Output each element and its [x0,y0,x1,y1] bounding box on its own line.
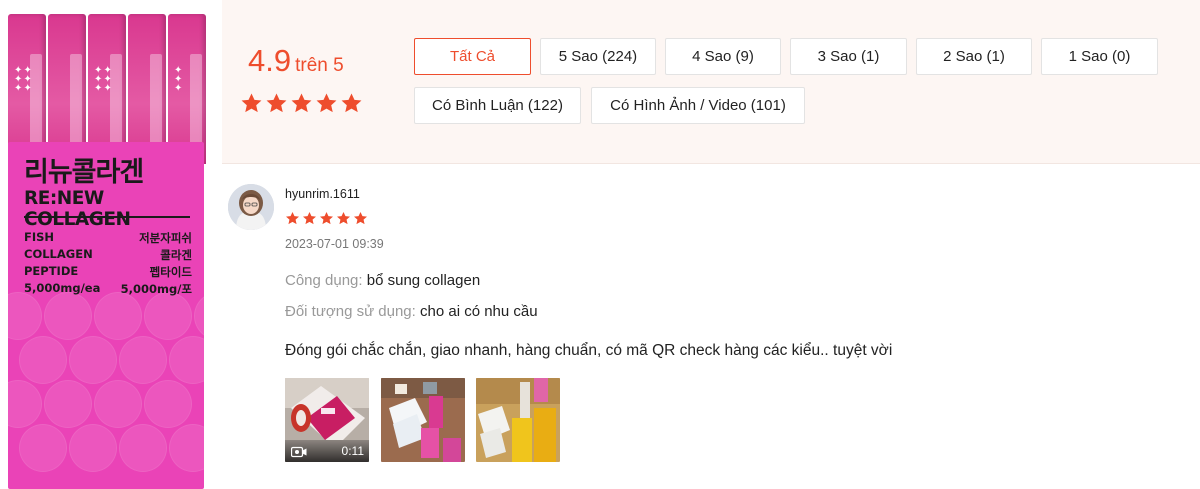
spec-left-4: 5,000mg/ea [24,281,101,295]
rating-value: 4.9 [248,43,292,78]
filter-1-star-button[interactable]: 1 Sao (0) [1041,38,1158,75]
rating-stars [240,92,363,115]
filter-with-comment-button[interactable]: Có Bình Luận (122) [414,87,581,124]
video-duration: 0:11 [341,444,364,458]
filter-all-button[interactable]: Tất Cả [414,38,531,75]
review-image-thumbnail[interactable] [476,378,560,462]
spec-right-1: 저분자피쉬 [139,231,192,245]
filter-5-star-button[interactable]: 5 Sao (224) [540,38,656,75]
brand-korean: 리뉴콜라겐 [24,157,144,188]
product-image: ✦ ✦ ✦ ✦ ✦ ✦ ✦ ✦ ✦ ✦ ✦ ✦ ✦ ✦ ✦ 리뉴콜라겐 RE:N… [0,0,210,489]
filter-with-media-button[interactable]: Có Hình Ảnh / Video (101) [591,87,805,124]
review-comment: Đóng gói chắc chắn, giao nhanh, hàng chu… [285,342,893,359]
review-date: 2023-07-01 09:39 [285,237,384,251]
spec-left-3: PEPTIDE [24,264,79,278]
review-stars [285,211,368,226]
attribute-label: Công dụng: [285,272,363,289]
star-icon [266,93,287,113]
review-attribute-usage: Công dụng: bổ sung collagen [285,272,480,289]
rating-out-of: trên 5 [295,55,344,76]
box-pattern [8,292,204,489]
spec-left-2: COLLAGEN [24,247,93,261]
star-icon [320,211,333,225]
spec-right-4: 5,000mg/포 [120,282,192,296]
star-icon [316,93,337,113]
attribute-label: Đối tượng sử dụng: [285,303,416,320]
star-icon [291,93,312,113]
star-icon [286,211,299,225]
spec-right-2: 콜라겐 [160,248,192,262]
reviewer-username[interactable]: hyunrim.1611 [285,187,360,201]
star-icon [354,211,367,225]
review-page: ✦ ✦ ✦ ✦ ✦ ✦ ✦ ✦ ✦ ✦ ✦ ✦ ✦ ✦ ✦ 리뉴콜라겐 RE:N… [0,0,1200,489]
attribute-value: bổ sung collagen [366,272,481,289]
filter-4-star-button[interactable]: 4 Sao (9) [665,38,781,75]
rating-overview: 4.9 trên 5 Tất Cả 5 Sao (224) 4 Sao (9) 3… [222,0,1200,164]
brand-english: RE:NEW COLLAGEN [24,188,131,230]
attribute-value: cho ai có nhu cầu [420,303,538,320]
review-attribute-audience: Đối tượng sử dụng: cho ai có nhu cầu [285,303,538,320]
review-video-thumbnail[interactable]: 0:11 [285,378,369,462]
star-icon [341,93,362,113]
star-icon [241,93,262,113]
product-box: 리뉴콜라겐 RE:NEW COLLAGEN FISH COLLAGEN PEPT… [8,142,204,489]
star-icon [303,211,316,225]
filter-2-star-button[interactable]: 2 Sao (1) [916,38,1032,75]
review-image-thumbnail[interactable] [381,378,465,462]
box-divider [24,216,190,218]
video-camera-icon [291,446,307,458]
star-icon [337,211,350,225]
rating-score: 4.9 trên 5 [248,43,344,79]
review-item: hyunrim.1611 2023-07-01 09:39 Công dụng:… [222,165,1200,489]
filter-3-star-button[interactable]: 3 Sao (1) [790,38,907,75]
spec-left-1: FISH [24,230,55,244]
spec-right-3: 펩타이드 [149,265,192,279]
reviewer-avatar[interactable] [228,184,274,230]
